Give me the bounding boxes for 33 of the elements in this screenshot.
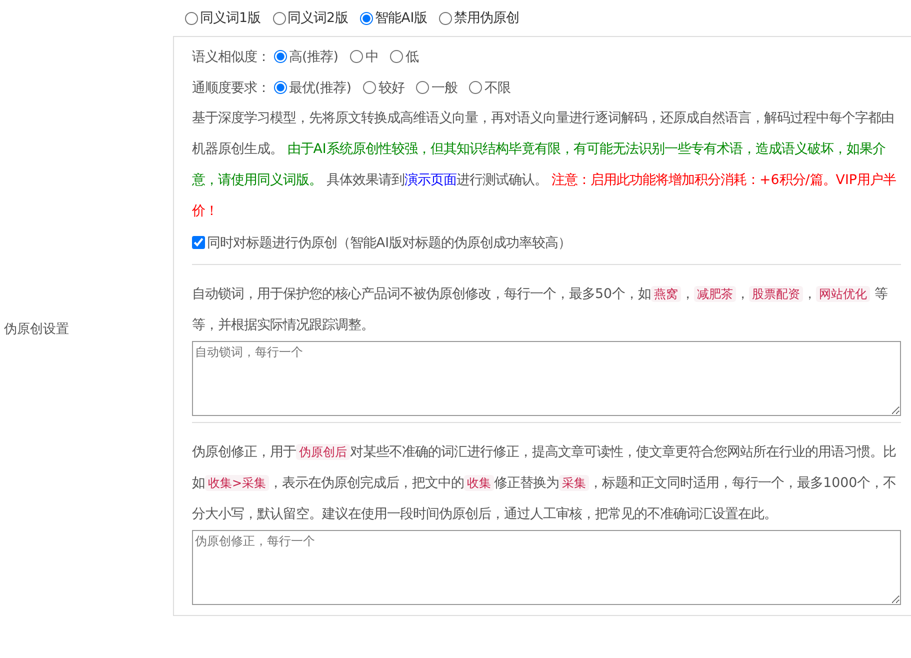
option-label[interactable]: 较好 bbox=[378, 78, 404, 96]
checkbox-label[interactable]: 同时对标题进行伪原创（智能AI版对标题的伪原创成功率较高） bbox=[207, 234, 572, 252]
demo-link[interactable]: 演示页面 bbox=[404, 173, 456, 188]
radio-button[interactable] bbox=[274, 81, 287, 94]
radio-button[interactable] bbox=[439, 12, 452, 24]
lock-words-field[interactable]: 自动锁词，每行一个 bbox=[192, 341, 901, 416]
correction-description: 伪原创修正，用于 伪原创后 对某些不准确的词汇进行修正，提高文章可读性，使文章更符合您网站所在行业的用语习惯。比如 收集>采集 ，表示在伪原创完成后，把文中的 收集 修正替换为 采集 ，标题和正文同时适用，每行一个，最多1000个，不分大小写，默认留空。建议在使用一段时间伪原创后，通过人工审核，把常见的不准确词汇设置在此。 bbox=[192, 443, 898, 524]
option-label[interactable]: 一般 bbox=[431, 78, 458, 96]
checkbox[interactable] bbox=[192, 236, 205, 249]
description-text: 基于深度学习模型，先将原文转换成高维语义向量，再对语义向量进行逐词解码，还原成自然语言，解码过程中每个字都由机器原创生成。 由于AI系统原创性较强，但其知识结构毕竟有限，有可能无法识别一些专有术语，造成语义破坏，如果介意，请使用同义词版。 具体效果请到演示页面进行测试确认。 注意：启用此功能将增加积分消耗：+6积分/篇。VIP用户半价！ bbox=[192, 110, 897, 221]
field-label: 通顺度要求： bbox=[192, 80, 270, 96]
settings-label: 伪原创设置 bbox=[4, 321, 69, 338]
radio-button[interactable] bbox=[469, 81, 482, 94]
option-label[interactable]: 同义词1版 bbox=[200, 9, 261, 27]
radio-button[interactable] bbox=[360, 12, 374, 24]
option-label[interactable]: 同义词2版 bbox=[288, 9, 348, 27]
correction-field[interactable]: 伪原创修正，每行一个 bbox=[192, 530, 901, 605]
option-label[interactable]: 不限 bbox=[484, 78, 510, 96]
option-label[interactable]: 低 bbox=[405, 48, 418, 66]
radio-button[interactable] bbox=[272, 12, 286, 24]
radio-button[interactable] bbox=[416, 81, 430, 94]
option-label[interactable]: 最优(推荐) bbox=[289, 78, 352, 96]
radio-button[interactable] bbox=[274, 50, 287, 63]
option-label[interactable]: 高(推荐) bbox=[289, 48, 338, 66]
radio-button[interactable] bbox=[350, 50, 364, 63]
field-label: 语义相似度： bbox=[192, 48, 270, 66]
option-label[interactable]: 智能AI版 bbox=[375, 9, 428, 27]
lock-words-description: 自动锁词，用于保护您的核心产品词不被伪原创修改，每行一个，最多50个，如 燕窝 ， 减肥茶 ， 股票配资 ， 网站优化 等等，并根据实际情况跟踪调整。 bbox=[192, 285, 888, 335]
radio-button[interactable] bbox=[185, 12, 198, 24]
option-label[interactable]: 禁用伪原创 bbox=[454, 9, 520, 27]
option-label[interactable]: 中 bbox=[365, 48, 378, 66]
radio-button[interactable] bbox=[390, 50, 404, 63]
radio-button[interactable] bbox=[363, 81, 376, 94]
